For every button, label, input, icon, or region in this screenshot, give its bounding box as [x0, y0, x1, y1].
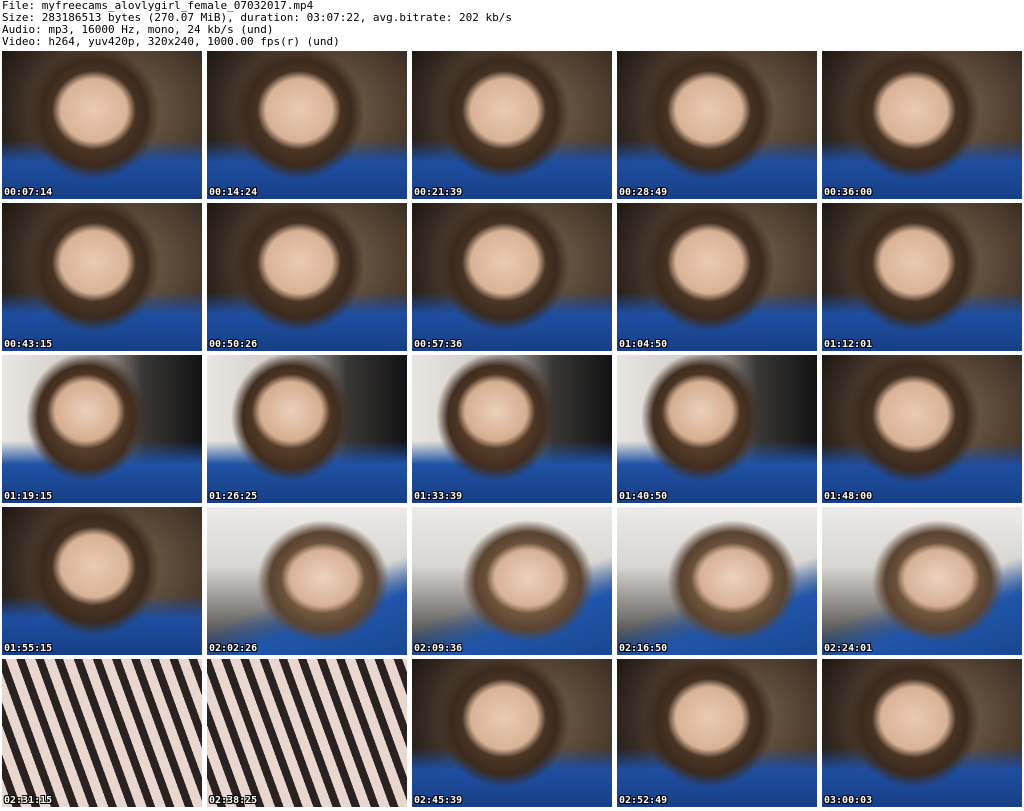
- video-thumbnail: 00:50:26: [207, 203, 407, 351]
- thumbnail-timestamp: 01:04:50: [619, 339, 668, 350]
- video-thumbnail: 01:26:25: [207, 355, 407, 503]
- video-thumbnail: 01:04:50: [617, 203, 817, 351]
- video-thumbnail: 01:33:39: [412, 355, 612, 503]
- video-thumbnail: 01:48:00: [822, 355, 1022, 503]
- thumbnail-timestamp: 01:19:15: [4, 491, 53, 502]
- thumbnail-timestamp: 00:21:39: [414, 187, 463, 198]
- thumbnail-timestamp: 03:00:03: [824, 795, 873, 806]
- thumbnail-timestamp: 02:09:36: [414, 643, 463, 654]
- thumbnail-timestamp: 02:31:15: [4, 795, 53, 806]
- thumbnail-timestamp: 00:07:14: [4, 187, 53, 198]
- video-thumbnail: 01:19:15: [2, 355, 202, 503]
- thumbnail-timestamp: 01:26:25: [209, 491, 258, 502]
- thumbnail-timestamp: 00:28:49: [619, 187, 668, 198]
- video-thumbnail: 02:31:15: [2, 659, 202, 807]
- video-thumbnail: 00:21:39: [412, 51, 612, 199]
- video-thumbnail: 02:52:49: [617, 659, 817, 807]
- video-thumbnail: 00:28:49: [617, 51, 817, 199]
- thumbnail-timestamp: 02:16:50: [619, 643, 668, 654]
- thumbnail-timestamp: 01:33:39: [414, 491, 463, 502]
- thumbnail-timestamp: 00:14:24: [209, 187, 258, 198]
- video-info-line: Video: h264, yuv420p, 320x240, 1000.00 f…: [2, 35, 340, 48]
- video-thumbnail: 00:14:24: [207, 51, 407, 199]
- video-thumbnail: 00:07:14: [2, 51, 202, 199]
- thumbnail-timestamp: 00:50:26: [209, 339, 258, 350]
- video-thumbnail: 01:12:01: [822, 203, 1022, 351]
- video-thumbnail: 03:00:03: [822, 659, 1022, 807]
- thumbnail-timestamp: 02:02:26: [209, 643, 258, 654]
- thumbnail-timestamp: 02:52:49: [619, 795, 668, 806]
- video-thumbnail: 02:24:01: [822, 507, 1022, 655]
- thumbnail-timestamp: 02:45:39: [414, 795, 463, 806]
- video-thumbnail: 01:55:15: [2, 507, 202, 655]
- thumbnail-grid: 00:07:14 00:14:24 00:21:39 00:28:49 00:3…: [2, 51, 1022, 811]
- thumbnail-timestamp: 02:24:01: [824, 643, 873, 654]
- thumbnail-timestamp: 01:55:15: [4, 643, 53, 654]
- video-thumbnail: 00:43:15: [2, 203, 202, 351]
- video-thumbnail: 00:57:36: [412, 203, 612, 351]
- video-thumbnail: 02:16:50: [617, 507, 817, 655]
- thumbnail-timestamp: 00:57:36: [414, 339, 463, 350]
- thumbnail-timestamp: 01:12:01: [824, 339, 873, 350]
- video-thumbnail: 01:40:50: [617, 355, 817, 503]
- video-thumbnail: 00:36:00: [822, 51, 1022, 199]
- video-thumbnail: 02:45:39: [412, 659, 612, 807]
- video-thumbnail: 02:38:25: [207, 659, 407, 807]
- thumbnail-timestamp: 01:48:00: [824, 491, 873, 502]
- thumbnail-timestamp: 01:40:50: [619, 491, 668, 502]
- file-info-header: File: myfreecams_alovlygirl_female_07032…: [2, 0, 1020, 50]
- thumbnail-timestamp: 00:43:15: [4, 339, 53, 350]
- video-thumbnail: 02:09:36: [412, 507, 612, 655]
- thumbnail-timestamp: 02:38:25: [209, 795, 258, 806]
- video-thumbnail: 02:02:26: [207, 507, 407, 655]
- thumbnail-timestamp: 00:36:00: [824, 187, 873, 198]
